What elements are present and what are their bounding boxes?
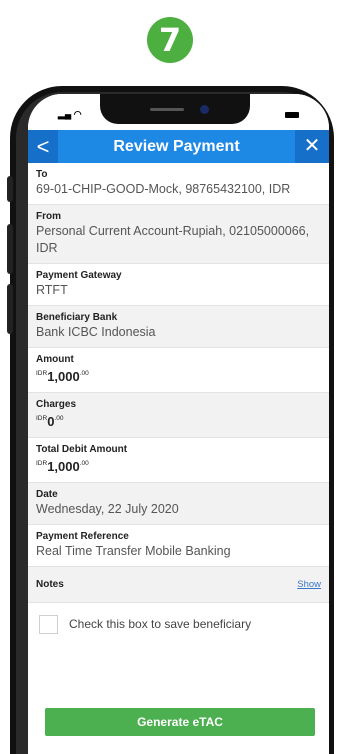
battery-icon [285,112,299,118]
to-label: To [36,169,48,180]
charges-label: Charges [36,399,77,410]
total-debit-currency: IDR [36,460,48,467]
total-debit-label: Total Debit Amount [36,444,128,455]
amount-currency: IDR [36,370,48,377]
payment-reference-value: Real Time Transfer Mobile Banking [36,544,231,558]
date-label: Date [36,489,58,500]
phone-notch [100,94,250,124]
amount-row: Amount IDR1,000.00 [28,348,329,393]
close-button[interactable]: ✕ [295,130,329,163]
charges-value: IDR0.00 [36,413,321,431]
notes-label: Notes [36,578,64,590]
notes-row: Notes Show [28,567,329,603]
date-row: Date Wednesday, 22 July 2020 [28,483,329,525]
step-number-badge: 7 [147,17,193,63]
beneficiary-bank-value: Bank ICBC Indonesia [36,325,156,339]
total-debit-decimal: .00 [79,460,89,467]
phone-volume-up [7,224,13,274]
charges-row: Charges IDR0.00 [28,393,329,438]
beneficiary-bank-row: Beneficiary Bank Bank ICBC Indonesia [28,306,329,348]
save-beneficiary-row: Check this box to save beneficiary [28,603,329,645]
show-notes-link[interactable]: Show [297,579,321,590]
back-button[interactable]: < [28,130,58,163]
from-row: From Personal Current Account-Rupiah, 02… [28,205,329,264]
beneficiary-bank-label: Beneficiary Bank [36,312,118,323]
phone-screen: ▂▄ ◠ < Review Payment ✕ To 69-01-CHIP-GO… [28,94,329,754]
amount-label: Amount [36,354,74,365]
save-beneficiary-checkbox[interactable] [39,614,58,634]
payment-reference-row: Payment Reference Real Time Transfer Mob… [28,525,329,567]
generate-etac-button[interactable]: Generate eTAC [45,708,315,736]
charges-decimal: .00 [54,415,64,422]
payment-reference-label: Payment Reference [36,531,129,542]
page-title: Review Payment [113,138,240,155]
amount-whole: 1,000 [47,369,80,384]
save-beneficiary-label: Check this box to save beneficiary [69,617,252,631]
phone-volume-down [7,284,13,334]
status-bar: ▂▄ ◠ [28,94,329,130]
amount-value: IDR1,000.00 [36,368,321,386]
total-debit-row: Total Debit Amount IDR1,000.00 [28,438,329,483]
to-row: To 69-01-CHIP-GOOD-Mock, 98765432100, ID… [28,163,329,205]
to-value: 69-01-CHIP-GOOD-Mock, 98765432100, IDR [36,182,291,196]
amount-decimal: .00 [79,370,89,377]
speaker-grille [150,108,184,111]
date-value: Wednesday, 22 July 2020 [36,502,179,516]
payment-gateway-label: Payment Gateway [36,270,122,281]
phone-mute-switch [7,176,13,202]
front-camera [200,105,209,114]
charges-currency: IDR [36,415,48,422]
payment-gateway-value: RTFT [36,283,68,297]
payment-gateway-row: Payment Gateway RTFT [28,264,329,306]
total-debit-value: IDR1,000.00 [36,458,321,476]
from-value: Personal Current Account-Rupiah, 0210500… [36,224,310,255]
total-debit-whole: 1,000 [47,459,80,474]
from-label: From [36,211,61,222]
app-header: < Review Payment ✕ [28,130,329,163]
signal-wifi-icon: ▂▄ ◠ [58,109,82,119]
